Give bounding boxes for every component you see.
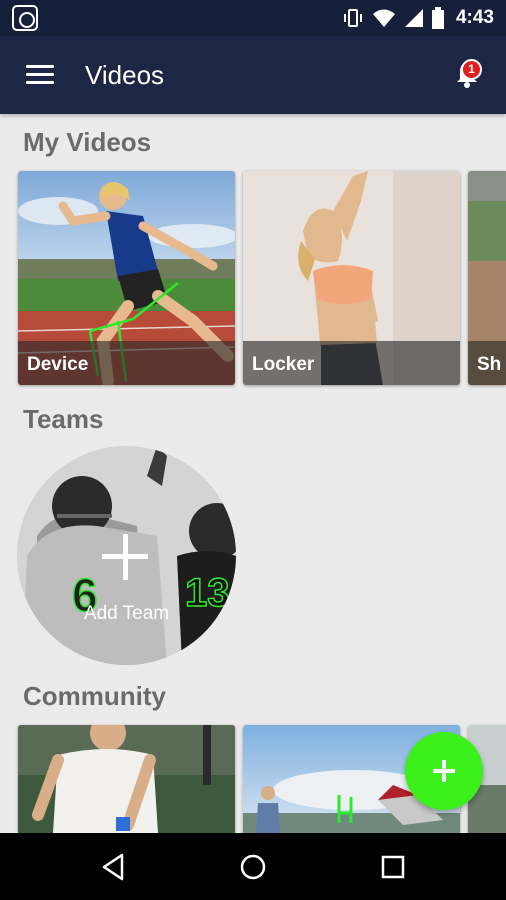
status-bar: 4:43 <box>0 0 506 36</box>
video-card-label: Sh <box>468 341 506 385</box>
add-video-fab[interactable] <box>405 732 483 810</box>
video-card-locker[interactable]: Locker <box>243 171 460 385</box>
wifi-icon <box>372 9 395 27</box>
navigation-bar <box>0 833 506 900</box>
video-card-label: Locker <box>243 341 460 385</box>
video-thumbnail <box>18 725 235 833</box>
video-card-sh[interactable]: Sh <box>468 171 506 385</box>
recents-icon[interactable] <box>377 851 409 883</box>
video-card-label: Device <box>18 341 235 385</box>
screen-record-icon <box>12 5 38 31</box>
page-title: Videos <box>85 60 165 90</box>
community-video-card[interactable] <box>18 725 235 833</box>
app-bar: Videos <box>0 36 506 114</box>
hamburger-icon[interactable] <box>26 63 54 85</box>
home-icon[interactable] <box>237 851 269 883</box>
signal-icon <box>404 9 423 27</box>
add-team-button[interactable]: 6 13 Add Team <box>17 446 236 665</box>
community-heading: Community <box>23 681 166 711</box>
add-team-label: Add Team <box>83 603 170 624</box>
my-videos-heading: My Videos <box>23 127 152 157</box>
clock: 4:43 <box>455 7 494 28</box>
video-card-device[interactable]: Device <box>18 171 235 385</box>
teams-heading: Teams <box>23 404 104 434</box>
plus-icon <box>102 534 150 582</box>
vibrate-icon <box>343 9 362 27</box>
battery-icon <box>431 7 444 29</box>
notification-badge: 1 <box>461 59 482 80</box>
back-icon[interactable] <box>97 851 129 883</box>
